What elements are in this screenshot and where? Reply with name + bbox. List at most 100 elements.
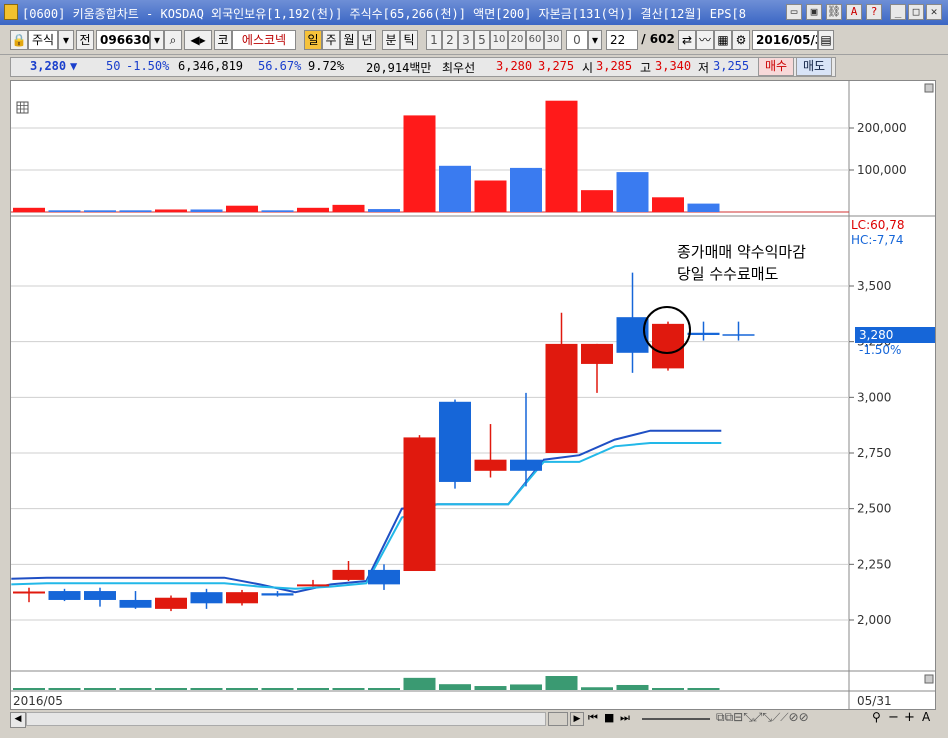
layout-icon[interactable]: ▭: [786, 4, 802, 20]
interval-custom[interactable]: 0: [566, 30, 588, 50]
period-tick[interactable]: 틱: [400, 30, 418, 50]
sell-button[interactable]: 매도: [796, 57, 832, 76]
period-day[interactable]: 일: [304, 30, 322, 50]
zoom-icon[interactable]: ⚲: [872, 710, 881, 724]
alert-icon[interactable]: A: [846, 4, 862, 20]
volume-bar: [261, 210, 294, 212]
volume-bar: [48, 210, 81, 212]
candle-body: [581, 343, 613, 364]
interval-2[interactable]: 2: [442, 30, 458, 50]
interval-5[interactable]: 5: [474, 30, 490, 50]
period-minute[interactable]: 분: [382, 30, 400, 50]
market-select[interactable]: 주식: [28, 30, 58, 50]
indicator-lines: [11, 429, 722, 594]
interval-60[interactable]: 60: [526, 30, 544, 50]
mini-volume-bar: [13, 688, 45, 690]
volume-bar: [545, 100, 578, 212]
code-input[interactable]: 096630: [96, 30, 150, 50]
link-icon[interactable]: ⛓: [826, 4, 842, 20]
date-start-label: 2016/05: [13, 694, 63, 708]
trade-amount: 20,914백만: [366, 61, 432, 75]
code-dropdown-icon[interactable]: ▾: [150, 30, 164, 50]
scroll-left-icon[interactable]: ◀: [10, 712, 26, 728]
zoom-in-icon[interactable]: +: [904, 710, 915, 725]
arrows-icon[interactable]: ⇄: [678, 30, 696, 50]
hc-label: HC:-7,74: [851, 233, 904, 247]
lock-icon[interactable]: 🔒: [10, 30, 28, 50]
indicator-line-2: [11, 442, 722, 590]
forward-icon[interactable]: ⏭: [620, 711, 630, 725]
toolbar: 🔒 주식 ▾ 전 096630 ▾ ⌕ ◀▸ 코 에스코넥 일 주 월 년 분 …: [0, 26, 948, 55]
stop-icon[interactable]: ■: [604, 711, 614, 724]
best-ask: 3,280: [496, 59, 533, 73]
mini-volume-bar: [261, 688, 294, 690]
scroll-right-icon[interactable]: ▶: [570, 712, 584, 726]
candle-body: [368, 569, 400, 585]
font-icon[interactable]: A: [922, 710, 930, 724]
period-month[interactable]: 월: [340, 30, 358, 50]
candle-body: [403, 437, 436, 572]
current-price-tag-text: 3,280: [859, 328, 893, 342]
drawing-tools-icon[interactable]: ⧉⧉⊟⤡⤢⤡⟋⟋⊘⊘: [716, 710, 809, 725]
minimize-icon[interactable]: _: [890, 4, 906, 20]
panel-close-icon-2[interactable]: [924, 674, 934, 684]
candle-body: [297, 584, 329, 587]
open-label: 시: [582, 61, 594, 75]
date-end-label: 05/31: [857, 694, 892, 708]
panel-close-icon-1[interactable]: [924, 83, 934, 93]
period-year[interactable]: 년: [358, 30, 376, 50]
low-value: 3,255: [713, 59, 750, 73]
price-axis: 3,5003,2503,0002,7502,5002,2502,000200,0…: [849, 121, 907, 627]
sound-icon[interactable]: ◀▸: [184, 30, 212, 50]
lc-label: LC:60,78: [851, 218, 904, 232]
market-dropdown-icon[interactable]: ▾: [58, 30, 74, 50]
mini-volume-bar: [297, 688, 329, 690]
title-bar: [0600] 키움종합차트 - KOSDAQ 외국인보유[1,192(천)] 주…: [0, 0, 948, 25]
mini-volume-bar: [155, 688, 187, 690]
maximize-icon[interactable]: □: [908, 4, 924, 20]
candle-body: [84, 591, 116, 600]
chart-area[interactable]: 3,5003,2503,0002,7502,5002,2502,000200,0…: [10, 80, 936, 710]
count-input[interactable]: 22: [606, 30, 638, 50]
mini-volume-bar: [510, 684, 542, 690]
rewind-icon[interactable]: ⏮: [588, 711, 598, 725]
chart-line-icon[interactable]: 〰: [696, 30, 714, 50]
candle-body: [261, 593, 294, 596]
image-icon[interactable]: ▦: [714, 30, 732, 50]
buy-button[interactable]: 매수: [758, 57, 794, 76]
price-tick-label: 2,250: [857, 557, 891, 571]
scroll-thumb[interactable]: [548, 712, 568, 726]
interval-dropdown-icon[interactable]: ▾: [588, 30, 602, 50]
zoom-out-icon[interactable]: −: [888, 710, 899, 725]
volume-bar: [474, 180, 507, 212]
ratio-1: 56.67%: [258, 59, 302, 73]
help-icon[interactable]: ?: [866, 4, 882, 20]
settings-icon[interactable]: ⚙: [732, 30, 750, 50]
interval-20[interactable]: 20: [508, 30, 526, 50]
mini-volume-bar: [226, 688, 258, 690]
mini-volume-bar: [84, 688, 116, 690]
search-icon[interactable]: ⌕: [164, 30, 182, 50]
chart-svg[interactable]: 3,5003,2503,0002,7502,5002,2502,000200,0…: [11, 81, 935, 709]
low-label: 저: [698, 61, 710, 75]
interval-30[interactable]: 30: [544, 30, 562, 50]
table-toggle-icon[interactable]: [16, 101, 29, 114]
window-icon[interactable]: ▣: [806, 4, 822, 20]
mini-volume-bar: [368, 688, 400, 690]
interval-3[interactable]: 3: [458, 30, 474, 50]
interval-10[interactable]: 10: [490, 30, 508, 50]
price-tick-label: 3,500: [857, 279, 891, 293]
interval-1[interactable]: 1: [426, 30, 442, 50]
mini-volume-bar: [474, 686, 507, 690]
open-value: 3,285: [596, 59, 633, 73]
period-week[interactable]: 주: [322, 30, 340, 50]
volume-bar: [190, 209, 223, 212]
date-input[interactable]: 2016/05/3: [752, 30, 818, 50]
prev-button[interactable]: 전: [76, 30, 94, 50]
bottom-bar: ◀ ▶ ⏮ ■ ⏭ ⧉⧉⊟⤡⤢⤡⟋⟋⊘⊘ ⚲ − + A: [0, 710, 948, 738]
close-icon[interactable]: ✕: [926, 4, 942, 20]
scroll-track[interactable]: [26, 712, 546, 726]
mini-volume-bar: [332, 688, 365, 690]
zoom-slider[interactable]: [642, 718, 710, 720]
calendar-icon[interactable]: ▤: [818, 30, 834, 50]
